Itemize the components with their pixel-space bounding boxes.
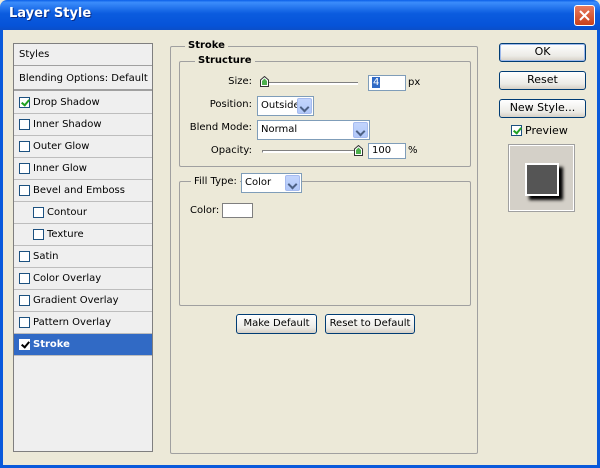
- style-checkbox[interactable]: [33, 207, 44, 218]
- position-value: Outside: [261, 100, 300, 111]
- style-checkbox[interactable]: [19, 119, 30, 130]
- preview-checkbox[interactable]: [511, 125, 522, 136]
- style-checkbox[interactable]: [19, 317, 30, 328]
- structure-title: Structure: [195, 55, 255, 66]
- style-checkbox[interactable]: [19, 97, 30, 108]
- style-checkbox[interactable]: [19, 273, 30, 284]
- style-checkbox[interactable]: [19, 295, 30, 306]
- opacity-unit: %: [408, 145, 418, 156]
- color-label: Color:: [190, 205, 220, 216]
- style-checkbox[interactable]: [19, 185, 30, 196]
- opacity-label: Opacity:: [210, 145, 252, 156]
- style-checkbox[interactable]: [33, 229, 44, 240]
- new-style-button[interactable]: New Style...: [499, 99, 586, 118]
- styles-header-label: Styles: [19, 49, 50, 60]
- style-item-contour[interactable]: Contour: [14, 202, 152, 224]
- opacity-slider-track[interactable]: [262, 150, 358, 153]
- make-default-button[interactable]: Make Default: [236, 314, 317, 334]
- opacity-input[interactable]: 100: [368, 143, 406, 159]
- size-label: Size:: [228, 76, 252, 87]
- style-checkbox[interactable]: [19, 251, 30, 262]
- style-preview: [508, 144, 575, 212]
- style-item-label: Color Overlay: [33, 273, 102, 284]
- style-item-label: Texture: [47, 229, 84, 240]
- blend-mode-label: Blend Mode:: [189, 122, 252, 133]
- chevron-down-icon: [285, 175, 300, 191]
- style-item-label: Gradient Overlay: [33, 295, 119, 306]
- style-checkbox[interactable]: [19, 339, 30, 350]
- preview-swatch: [525, 163, 559, 196]
- fill-group: [179, 181, 471, 306]
- color-swatch[interactable]: [222, 203, 253, 218]
- style-item-inner-shadow[interactable]: Inner Shadow: [14, 114, 152, 136]
- reset-to-default-button[interactable]: Reset to Default: [325, 314, 415, 334]
- style-item-gradient-overlay[interactable]: Gradient Overlay: [14, 290, 152, 312]
- style-item-label: Drop Shadow: [33, 97, 100, 108]
- close-icon: [579, 10, 590, 21]
- style-item-label: Satin: [33, 251, 59, 262]
- style-item-label: Outer Glow: [33, 141, 90, 152]
- ok-button[interactable]: OK: [499, 43, 586, 62]
- blending-options-label: Blending Options: Default: [19, 72, 148, 84]
- title-bar[interactable]: Layer Style: [0, 0, 600, 30]
- size-slider-track[interactable]: [262, 82, 358, 85]
- style-checkbox[interactable]: [19, 141, 30, 152]
- style-item-label: Bevel and Emboss: [33, 185, 125, 196]
- fill-type-value: Color: [245, 177, 272, 188]
- chevron-down-icon: [297, 98, 312, 114]
- size-value: 4: [372, 77, 381, 88]
- window-title: Layer Style: [9, 6, 92, 21]
- style-item-label: Inner Shadow: [33, 119, 102, 130]
- style-item-label: Inner Glow: [33, 163, 87, 174]
- blend-mode-select[interactable]: Normal: [257, 120, 370, 140]
- position-label: Position:: [209, 99, 252, 110]
- fill-type-select[interactable]: Color: [241, 173, 302, 193]
- style-item-pattern-overlay[interactable]: Pattern Overlay: [14, 312, 152, 334]
- position-select[interactable]: Outside: [257, 96, 314, 116]
- style-item-inner-glow[interactable]: Inner Glow: [14, 158, 152, 180]
- style-item-color-overlay[interactable]: Color Overlay: [14, 268, 152, 290]
- preview-label: Preview: [525, 124, 568, 137]
- styles-list: Styles Blending Options: Default Drop Sh…: [13, 43, 153, 452]
- style-item-label: Pattern Overlay: [33, 317, 112, 328]
- styles-header[interactable]: Styles: [14, 44, 152, 66]
- preview-toggle[interactable]: Preview: [511, 124, 568, 137]
- style-item-label: Stroke: [33, 339, 70, 350]
- style-item-outer-glow[interactable]: Outer Glow: [14, 136, 152, 158]
- reset-button[interactable]: Reset: [499, 71, 586, 90]
- chevron-down-icon: [353, 122, 368, 138]
- size-slider-thumb[interactable]: [259, 76, 269, 87]
- size-unit: px: [408, 77, 421, 88]
- size-input[interactable]: 4: [368, 75, 406, 91]
- opacity-slider-thumb[interactable]: [354, 145, 363, 156]
- style-item-texture[interactable]: Texture: [14, 224, 152, 246]
- close-button[interactable]: [574, 5, 595, 26]
- blending-options-row[interactable]: Blending Options: Default: [14, 67, 152, 91]
- fill-type-label: Fill Type:: [191, 176, 240, 187]
- blend-mode-value: Normal: [261, 124, 298, 135]
- style-item-stroke[interactable]: Stroke: [14, 334, 152, 356]
- stroke-group-title: Stroke: [185, 40, 228, 51]
- style-checkbox[interactable]: [19, 163, 30, 174]
- opacity-value: 100: [372, 145, 392, 156]
- style-item-drop-shadow[interactable]: Drop Shadow: [14, 92, 152, 114]
- style-item-label: Contour: [47, 207, 87, 218]
- style-item-bevel-and-emboss[interactable]: Bevel and Emboss: [14, 180, 152, 202]
- style-item-satin[interactable]: Satin: [14, 246, 152, 268]
